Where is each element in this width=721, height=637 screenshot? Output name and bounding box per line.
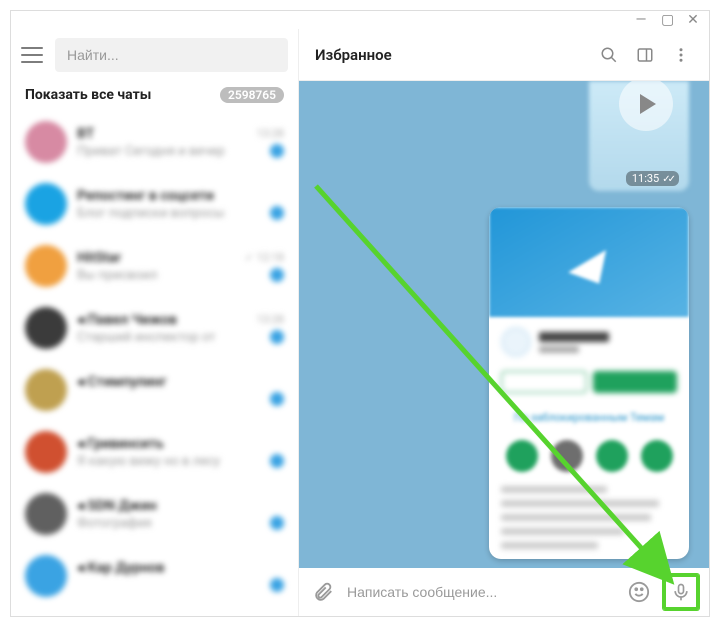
attach-icon[interactable] xyxy=(309,578,337,606)
media-message-2[interactable]: По заблокированным Темам xyxy=(489,207,689,559)
chat-preview: Приват Сегодня и вечер xyxy=(77,144,225,159)
avatar xyxy=(25,307,67,349)
chat-preview: Я какую вижу но в лесу xyxy=(77,454,220,469)
chat-list-item[interactable]: ◂ Гривинсить Я какую вижу но в лесу xyxy=(11,421,298,483)
chat-name: ВТ xyxy=(77,126,94,142)
chat-preview: Старший инспектор от xyxy=(77,330,215,345)
close-button[interactable]: ✕ xyxy=(687,12,699,28)
unread-dot xyxy=(270,268,284,282)
avatar xyxy=(25,121,67,163)
chat-name: ◂ SDN Джин xyxy=(77,498,157,514)
chat-time: ✓ 12:18 xyxy=(245,251,284,264)
app-window: — ▢ ✕ Показать все чаты 2598765 ВТ 13:28 xyxy=(10,10,710,617)
app-icon xyxy=(501,327,531,357)
compose-bar xyxy=(299,568,709,616)
read-checks-icon xyxy=(662,172,673,185)
chat-list-item[interactable]: HitStar ✓ 12:18 Вы присвоил xyxy=(11,235,298,297)
avatar xyxy=(25,183,67,225)
message-timestamp: 11:35 xyxy=(626,171,679,186)
search-in-chat-icon[interactable] xyxy=(597,43,621,67)
main-area: Показать все чаты 2598765 ВТ 13:28 Прива… xyxy=(11,29,709,616)
more-icon[interactable] xyxy=(669,43,693,67)
filter-label: Показать все чаты xyxy=(25,87,151,103)
window-titlebar: — ▢ ✕ xyxy=(11,11,709,29)
chat-name: Репостинг в соцсети xyxy=(77,188,214,204)
feature-circles xyxy=(489,432,689,480)
avatar xyxy=(25,555,67,597)
emoji-icon[interactable] xyxy=(625,578,653,606)
unread-dot xyxy=(270,144,284,158)
avatar xyxy=(25,493,67,535)
sidebar-header xyxy=(11,29,298,81)
chat-preview: Блог подписки вопросы xyxy=(77,206,225,221)
app-preview-body xyxy=(489,317,689,403)
search-box[interactable] xyxy=(55,38,288,72)
chat-name: ◂ Кар Дурнов xyxy=(77,560,165,576)
chat-time: 13:28 xyxy=(257,127,284,140)
chat-pane: Избранное 11:35 xyxy=(299,29,709,616)
avatar xyxy=(25,245,67,287)
unread-dot xyxy=(270,516,284,530)
avatar xyxy=(25,431,67,473)
unread-dot xyxy=(270,206,284,220)
unread-dot xyxy=(270,578,284,592)
app-preview-hero xyxy=(489,207,689,317)
unread-dot xyxy=(270,392,284,406)
store-button-outline[interactable] xyxy=(501,371,587,393)
chat-list-item[interactable]: ВТ 13:28 Приват Сегодня и вечер xyxy=(11,111,298,173)
chat-name: ◂ Павел Чижов xyxy=(77,312,177,328)
app-preview-text xyxy=(489,480,689,559)
store-button-fill[interactable] xyxy=(593,371,677,393)
chat-name: ◂ Гривинсить xyxy=(77,436,164,452)
chat-list-item[interactable]: ◂ Стимпулинг xyxy=(11,359,298,421)
avatar xyxy=(25,369,67,411)
chat-header: Избранное xyxy=(299,29,709,81)
minimize-button[interactable]: — xyxy=(635,12,647,28)
chat-list-item[interactable]: ◂ Кар Дурнов xyxy=(11,545,298,607)
filter-count-badge: 2598765 xyxy=(220,87,284,103)
chat-list[interactable]: ВТ 13:28 Приват Сегодня и вечер Репостин… xyxy=(11,111,298,616)
chat-list-item[interactable]: ◂ Павел Чижов 13:28 Старший инспектор от xyxy=(11,297,298,359)
chat-list-item[interactable]: ◂ SDN Джин Фотография xyxy=(11,483,298,545)
chat-name: HitStar xyxy=(77,250,121,266)
side-panel-icon[interactable] xyxy=(633,43,657,67)
chat-list-item[interactable]: Репостинг в соцсети Блог подписки вопрос… xyxy=(11,173,298,235)
chat-preview: Фотография xyxy=(77,516,152,531)
telegram-icon xyxy=(568,240,611,283)
messages-area[interactable]: 11:35 xyxy=(299,81,709,568)
maximize-button[interactable]: ▢ xyxy=(661,12,673,28)
chat-name: ◂ Стимпулинг xyxy=(77,374,167,390)
chat-filter-row[interactable]: Показать все чаты 2598765 xyxy=(11,81,298,111)
app-preview-link[interactable]: По заблокированным Темам xyxy=(489,403,689,432)
voice-record-button-highlighted[interactable] xyxy=(663,574,699,610)
search-input[interactable] xyxy=(67,47,276,63)
chat-title: Избранное xyxy=(315,46,585,64)
unread-dot xyxy=(270,330,284,344)
chat-time: 13:28 xyxy=(257,313,284,326)
menu-icon[interactable] xyxy=(21,47,43,63)
sidebar: Показать все чаты 2598765 ВТ 13:28 Прива… xyxy=(11,29,299,616)
unread-dot xyxy=(270,454,284,468)
message-input[interactable] xyxy=(347,584,615,600)
chat-preview: Вы присвоил xyxy=(77,268,157,283)
microphone-icon xyxy=(671,582,691,602)
